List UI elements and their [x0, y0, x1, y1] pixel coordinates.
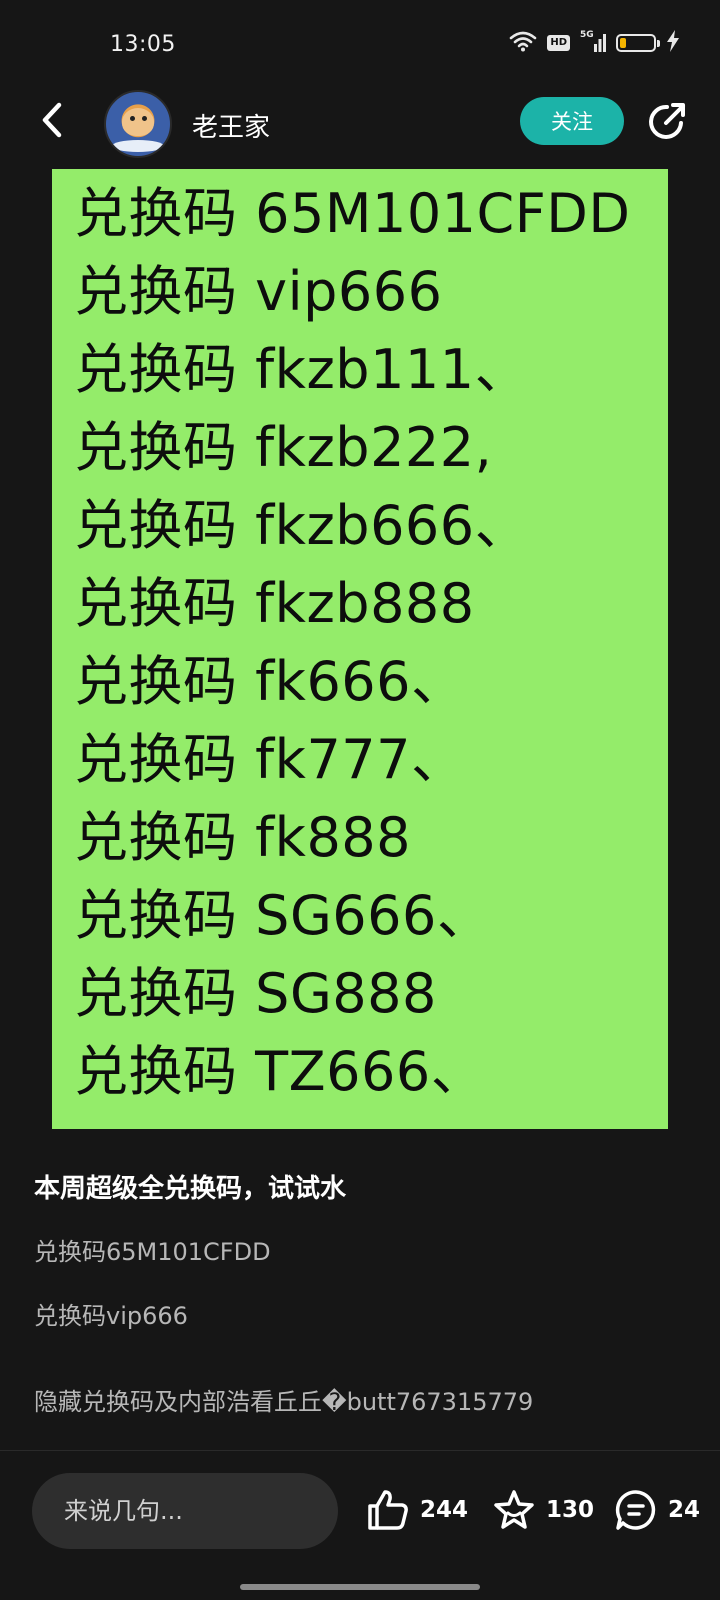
post-title: 本周超级全兑换码，试试水 — [34, 1174, 347, 1204]
redeem-code-line: 兑换码 fk666、 — [74, 650, 466, 713]
chevron-left-icon — [42, 102, 62, 138]
redeem-code-line: 兑换码 SG666、 — [74, 884, 492, 947]
comment-bubble-icon — [615, 1490, 656, 1530]
redeem-code-line: 兑换码 fkzb888 — [74, 572, 475, 635]
avatar-eye — [130, 116, 135, 121]
post-body-line: 兑换码65M101CFDD — [34, 1238, 271, 1266]
comment-count: 24 — [668, 1497, 701, 1523]
hd-badge: HD — [547, 35, 570, 51]
avatar-eye — [142, 116, 147, 121]
redeem-code-line: 兑换码 fkzb222, — [74, 416, 493, 479]
post-body-line: 隐藏兑换码及内部浩看丘丘�butt767315779 — [34, 1388, 534, 1416]
comment-button[interactable]: 24 — [614, 1487, 700, 1533]
post-body-line: 兑换码vip666 — [34, 1302, 188, 1330]
redeem-code-line: 兑换码 fk888 — [74, 806, 412, 869]
redeem-code-line: 兑换码 fkzb111、 — [74, 338, 530, 401]
battery-level — [620, 38, 626, 48]
thumbs-up-icon — [368, 1490, 408, 1530]
wifi-icon — [509, 30, 537, 56]
status-icons: HD 5G — [509, 30, 680, 56]
redeem-code-line: 兑换码 fkzb666、 — [74, 494, 530, 557]
avatar[interactable] — [104, 90, 172, 158]
avatar-face — [122, 108, 154, 136]
back-button[interactable] — [32, 100, 72, 140]
post-image[interactable]: 兑换码 65M101CFDD 兑换码 vip666 兑换码 fkzb111、 兑换码 … — [52, 169, 668, 1129]
battery-icon — [616, 34, 660, 52]
redeem-code-line: 兑换码 fk777、 — [74, 728, 466, 791]
star-icon — [494, 1490, 534, 1529]
favorite-button[interactable]: 130 — [492, 1487, 594, 1533]
divider — [0, 1450, 720, 1451]
redeem-code-line: 兑换码 SG888 — [74, 962, 437, 1025]
cellular-signal-icon: 5G — [580, 30, 606, 54]
avatar-ring — [112, 140, 164, 152]
redeem-code-line: 兑换码 TZ666、 — [74, 1040, 486, 1103]
username[interactable]: 老王家 — [192, 107, 270, 144]
like-button[interactable]: 244 — [366, 1487, 468, 1533]
share-icon — [649, 103, 685, 139]
comment-input[interactable] — [32, 1473, 338, 1549]
like-count: 244 — [420, 1497, 469, 1523]
redeem-code-line: 兑换码 65M101CFDD — [74, 182, 631, 245]
status-time: 13:05 — [110, 32, 176, 57]
charging-bolt-icon — [666, 30, 680, 56]
share-button[interactable] — [644, 98, 690, 144]
follow-button[interactable]: 关注 — [520, 97, 624, 145]
redeem-code-line: 兑换码 vip666 — [74, 260, 443, 323]
favorite-count: 130 — [546, 1497, 595, 1523]
home-indicator[interactable] — [240, 1584, 480, 1590]
